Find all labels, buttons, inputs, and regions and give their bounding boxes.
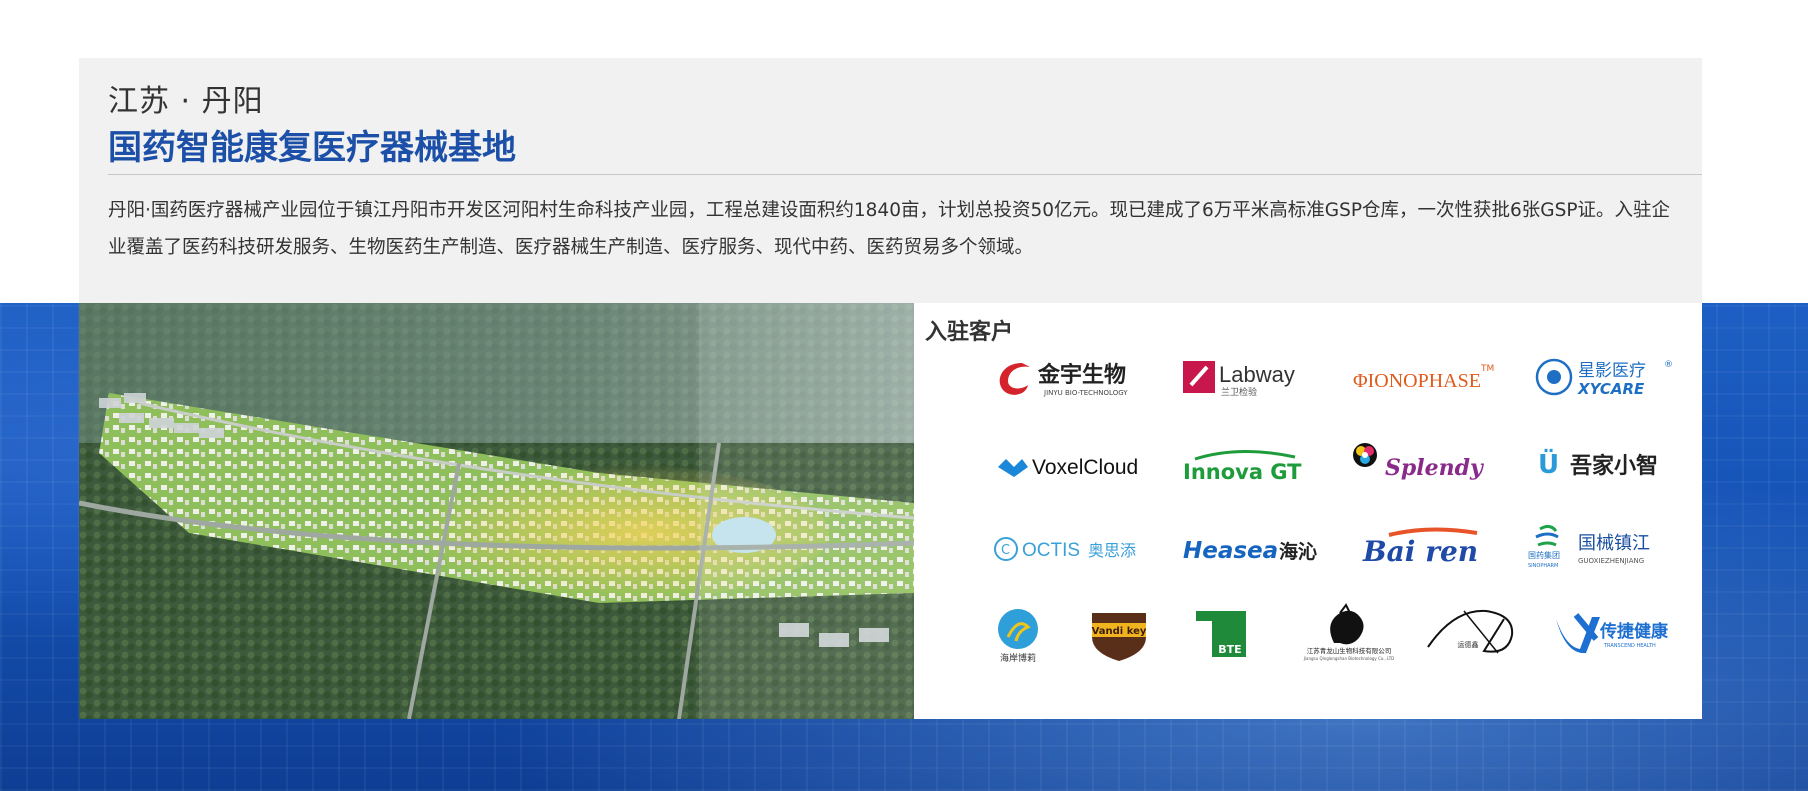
logo-octis[interactable]: C OCTIS 奥思添 <box>992 519 1142 579</box>
wujia-u-icon: Ü <box>1538 447 1559 480</box>
sinopharm-icon <box>1535 524 1559 547</box>
aerial-park-image <box>79 303 914 719</box>
svg-text:JINYU BIO-TECHNOLOGY: JINYU BIO-TECHNOLOGY <box>1043 389 1128 397</box>
svg-text:Heasea: Heasea <box>1183 538 1278 564</box>
logo-labway[interactable]: Labway 兰卫检验 <box>1179 347 1309 407</box>
logo-tuo[interactable]: 运德鑫 <box>1424 603 1524 663</box>
svg-text:金宇生物: 金宇生物 <box>1037 362 1126 388</box>
logo-voxelcloud[interactable]: VoxelCloud <box>992 435 1142 495</box>
svg-text:海沁: 海沁 <box>1279 540 1317 563</box>
logo-qingshan[interactable]: 江苏青龙山生物科技有限公司 Jiangsu Qinglongshan Biote… <box>1294 603 1404 663</box>
logo-xycare[interactable]: 星影医疗 ® XYCARE <box>1534 347 1684 407</box>
svg-text:GUOXIEZHENJIANG: GUOXIEZHENJIANG <box>1578 557 1644 565</box>
location-subtitle: 江苏 · 丹阳 <box>108 84 264 119</box>
svg-text:TM: TM <box>1480 364 1494 374</box>
clients-title: 入驻客户 <box>925 320 1014 345</box>
divider <box>108 174 1702 175</box>
logo-innova[interactable]: Innova GT <box>1179 435 1309 495</box>
svg-text:Bai ren: Bai ren <box>1362 535 1478 568</box>
logo-splendy[interactable]: Splendy <box>1349 433 1499 493</box>
svg-text:C: C <box>1001 543 1010 558</box>
logo-bte[interactable]: BTE <box>1186 605 1256 665</box>
svg-text:®: ® <box>1664 360 1673 370</box>
logo-wujia[interactable]: Ü 吾家小智 <box>1534 433 1684 493</box>
logo-pioneer[interactable]: ΦIONOPHASE TM <box>1349 347 1499 407</box>
description-text: 丹阳·国药医疗器械产业园位于镇江丹阳市开发区河阳村生命科技产业园，工程总建设面积… <box>108 200 1671 258</box>
svg-text:星影医疗: 星影医疗 <box>1578 361 1646 381</box>
svg-text:海岸博莉: 海岸博莉 <box>1000 652 1036 664</box>
svg-text:VoxelCloud: VoxelCloud <box>1032 456 1138 479</box>
svg-text:Innova GT: Innova GT <box>1183 460 1302 484</box>
splendy-color-ring-icon <box>1353 443 1377 467</box>
logo-transceng[interactable]: 传捷健康 TRANSCEND HEALTH <box>1552 603 1672 663</box>
logo-guoxie[interactable]: 国药集团 SINOPHARM 国械镇江 GUOXIEZHENJIANG <box>1526 517 1686 577</box>
jinyu-swirl-icon <box>999 363 1030 395</box>
svg-text:运德鑫: 运德鑫 <box>1458 640 1479 649</box>
haian-wave-icon <box>998 609 1038 649</box>
svg-text:国药集团: 国药集团 <box>1528 550 1560 560</box>
svg-text:兰卫检验: 兰卫检验 <box>1221 386 1257 398</box>
dragon-icon <box>1330 610 1364 645</box>
logo-heasea[interactable]: Heasea 海沁 <box>1179 519 1329 579</box>
svg-text:BTE: BTE <box>1218 643 1241 656</box>
page-title: 国药智能康复医疗器械基地 <box>108 128 516 168</box>
intro-card: 江苏 · 丹阳 国药智能康复医疗器械基地 丹阳·国药医疗器械产业园位于镇江丹阳市… <box>79 58 1702 303</box>
svg-text:Vandi key: Vandi key <box>1092 626 1147 637</box>
logo-jinyu[interactable]: 金宇生物 JINYU BIO-TECHNOLOGY <box>992 347 1142 407</box>
svg-text:XYCARE: XYCARE <box>1577 380 1645 398</box>
svg-text:Jiangsu Qinglongshan Biotechno: Jiangsu Qinglongshan Biotechnology Co., … <box>1303 656 1395 661</box>
logo-vandikey[interactable]: Vandi key <box>1084 605 1154 665</box>
logo-haian[interactable]: 海岸博莉 <box>988 605 1048 665</box>
svg-text:国械镇江: 国械镇江 <box>1578 533 1650 554</box>
svg-text:SINOPHARM: SINOPHARM <box>1528 563 1558 569</box>
svg-text:ΦIONOPHASE: ΦIONOPHASE <box>1353 370 1481 392</box>
svg-text:吾家小智: 吾家小智 <box>1570 453 1658 479</box>
svg-text:OCTIS: OCTIS <box>1022 540 1080 561</box>
logo-bairen[interactable]: Bai ren <box>1359 517 1489 577</box>
voxel-cloud-icon <box>998 459 1028 477</box>
clients-panel: 入驻客户 金宇生物 JINYU BIO-TECHNOLOGY Labway 兰卫… <box>914 303 1702 719</box>
svg-text:江苏青龙山生物科技有限公司: 江苏青龙山生物科技有限公司 <box>1307 646 1392 655</box>
svg-text:Splendy: Splendy <box>1385 455 1485 481</box>
svg-text:传捷健康: 传捷健康 <box>1599 621 1669 642</box>
svg-text:TRANSCEND HEALTH: TRANSCEND HEALTH <box>1603 643 1656 649</box>
svg-text:奥思添: 奥思添 <box>1088 541 1136 560</box>
svg-text:Labway: Labway <box>1219 362 1295 387</box>
